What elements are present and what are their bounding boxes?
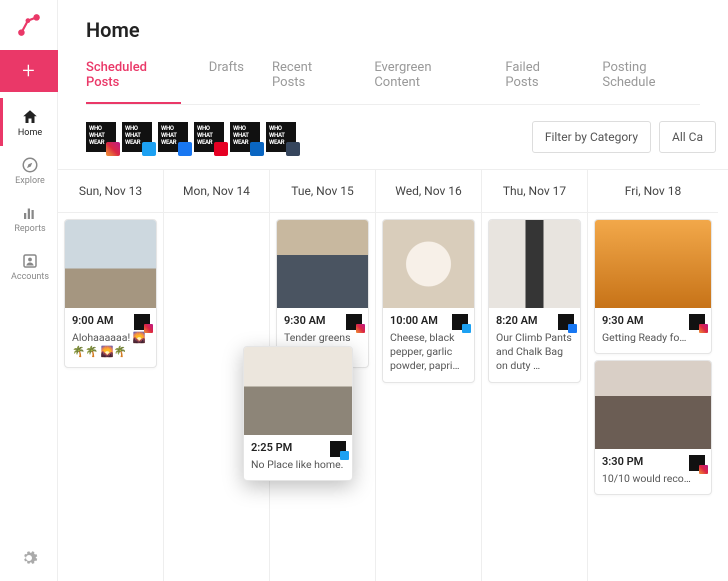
gear-icon bbox=[20, 552, 38, 571]
sidebar-item-accounts[interactable]: Accounts bbox=[0, 242, 57, 290]
account-chip-pinterest[interactable]: WHO WHAT WEAR bbox=[194, 122, 224, 152]
post-thumbnail bbox=[65, 220, 156, 308]
day-header: Mon, Nov 14 bbox=[164, 170, 269, 213]
post-caption: Cheese, black pepper, garlic powder, pap… bbox=[390, 331, 467, 374]
post-card[interactable]: 9:30 AM Getting Ready fo… bbox=[594, 219, 712, 354]
account-chip-tumblr[interactable]: WHO WHAT WEAR bbox=[266, 122, 296, 152]
facebook-icon bbox=[178, 142, 192, 156]
filter-all-button[interactable]: All Ca bbox=[659, 121, 716, 153]
account-chip-twitter[interactable]: WHO WHAT WEAR bbox=[122, 122, 152, 152]
settings-button[interactable] bbox=[20, 549, 38, 581]
network-badge-icon bbox=[330, 441, 346, 457]
post-card[interactable]: 3:30 PM 10/10 would reco… bbox=[594, 360, 712, 495]
account-filter-list: WHO WHAT WEAR WHO WHAT WEAR WHO WHAT WEA… bbox=[86, 122, 524, 152]
post-thumbnail bbox=[383, 220, 474, 308]
twitter-icon bbox=[142, 142, 156, 156]
network-badge-icon bbox=[134, 314, 150, 330]
accounts-icon bbox=[21, 252, 39, 270]
filter-category-button[interactable]: Filter by Category bbox=[532, 121, 651, 153]
network-badge-icon bbox=[346, 314, 362, 330]
post-thumbnail bbox=[277, 220, 368, 308]
tab-scheduled-posts[interactable]: Scheduled Posts bbox=[86, 60, 181, 104]
instagram-icon bbox=[106, 142, 120, 156]
day-column: Sun, Nov 13 9:00 AM Alohaaaaaa! 🌄🌴🌴 🌄🌴 bbox=[58, 170, 164, 581]
app-logo bbox=[0, 0, 58, 50]
sidebar-item-label: Home bbox=[18, 128, 42, 138]
day-column: Wed, Nov 16 10:00 AM Cheese, black peppe… bbox=[376, 170, 482, 581]
sidebar-item-reports[interactable]: Reports bbox=[0, 194, 57, 242]
compose-button[interactable]: + bbox=[0, 50, 58, 92]
post-caption: No Place like home. bbox=[251, 458, 345, 472]
tab-evergreen[interactable]: Evergreen Content bbox=[374, 60, 477, 104]
day-column: Fri, Nov 18 9:30 AM Getting Ready fo… bbox=[588, 170, 718, 581]
home-icon bbox=[21, 108, 39, 126]
account-chip-facebook[interactable]: WHO WHAT WEAR bbox=[158, 122, 188, 152]
tab-posting-schedule[interactable]: Posting Schedule bbox=[602, 60, 700, 104]
day-header: Wed, Nov 16 bbox=[376, 170, 481, 213]
post-caption: Getting Ready fo… bbox=[602, 331, 704, 345]
sidebar-item-explore[interactable]: Explore bbox=[0, 146, 57, 194]
sidebar-item-label: Explore bbox=[15, 176, 45, 186]
post-thumbnail bbox=[489, 220, 580, 308]
post-card[interactable]: 9:00 AM Alohaaaaaa! 🌄🌴🌴 🌄🌴 bbox=[64, 219, 157, 368]
network-badge-icon bbox=[452, 314, 468, 330]
linkedin-icon bbox=[250, 142, 264, 156]
day-header: Sun, Nov 13 bbox=[58, 170, 163, 213]
dragging-post-card[interactable]: 2:25 PM No Place like home. bbox=[243, 346, 353, 481]
pinterest-icon bbox=[214, 142, 228, 156]
main-content: Home Scheduled Posts Drafts Recent Posts… bbox=[58, 0, 728, 581]
sidebar-item-home[interactable]: Home bbox=[0, 98, 57, 146]
tab-failed-posts[interactable]: Failed Posts bbox=[505, 60, 574, 104]
page-title: Home bbox=[86, 18, 700, 42]
account-chip-instagram[interactable]: WHO WHAT WEAR bbox=[86, 122, 116, 152]
account-chip-linkedin[interactable]: WHO WHAT WEAR bbox=[230, 122, 260, 152]
calendar-grid: Sun, Nov 13 9:00 AM Alohaaaaaa! 🌄🌴🌴 🌄🌴 M… bbox=[58, 170, 728, 581]
network-badge-icon bbox=[558, 314, 574, 330]
post-card[interactable]: 8:20 AM Our Climb Pants and Chalk Bag on… bbox=[488, 219, 581, 383]
explore-icon bbox=[21, 156, 39, 174]
day-header: Tue, Nov 15 bbox=[270, 170, 375, 213]
network-badge-icon bbox=[689, 455, 705, 471]
post-caption: 10/10 would reco… bbox=[602, 472, 704, 486]
post-thumbnail bbox=[595, 220, 711, 308]
filter-bar: WHO WHAT WEAR WHO WHAT WEAR WHO WHAT WEA… bbox=[58, 105, 728, 170]
tumblr-icon bbox=[286, 142, 300, 156]
post-thumbnail bbox=[595, 361, 711, 449]
sidebar-item-label: Accounts bbox=[11, 272, 49, 282]
post-card[interactable]: 10:00 AM Cheese, black pepper, garlic po… bbox=[382, 219, 475, 383]
sidebar-item-label: Reports bbox=[14, 224, 45, 234]
post-caption: Our Climb Pants and Chalk Bag on duty … bbox=[496, 331, 573, 374]
tab-recent-posts[interactable]: Recent Posts bbox=[272, 60, 346, 104]
day-header: Thu, Nov 17 bbox=[482, 170, 587, 213]
tab-bar: Scheduled Posts Drafts Recent Posts Ever… bbox=[86, 60, 700, 105]
post-thumbnail bbox=[244, 347, 352, 435]
tab-drafts[interactable]: Drafts bbox=[209, 60, 244, 104]
post-caption: Alohaaaaaa! 🌄🌴🌴 🌄🌴 bbox=[72, 331, 149, 359]
reports-icon bbox=[21, 204, 39, 222]
network-badge-icon bbox=[689, 314, 705, 330]
sidebar: + Home Explore Reports Accounts bbox=[0, 0, 58, 581]
day-column: Thu, Nov 17 8:20 AM Our Climb Pants and … bbox=[482, 170, 588, 581]
day-header: Fri, Nov 18 bbox=[588, 170, 718, 213]
